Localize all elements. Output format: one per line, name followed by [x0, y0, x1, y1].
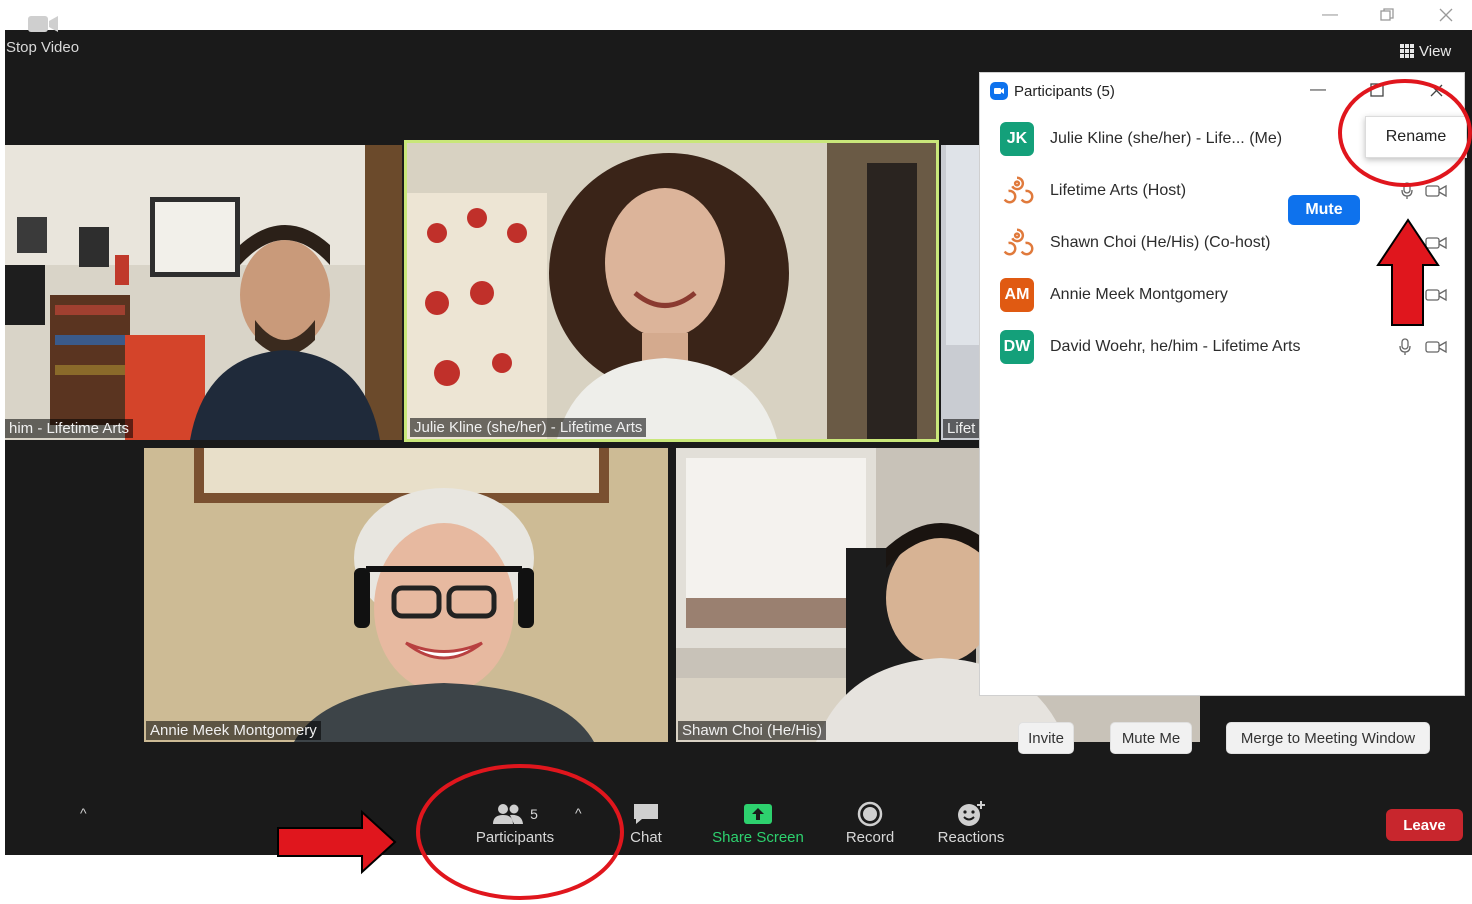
- tile-name-label: Lifet: [943, 419, 979, 438]
- close-icon[interactable]: [1426, 2, 1466, 28]
- minimize-icon[interactable]: —: [1310, 2, 1350, 28]
- window-titlebar: —: [0, 0, 1472, 30]
- participants-options-chevron-icon[interactable]: ^: [575, 805, 582, 821]
- restore-icon[interactable]: [1367, 2, 1407, 28]
- view-label: View: [1419, 42, 1452, 60]
- reactions-label: Reactions: [937, 829, 1005, 846]
- video-tile-1[interactable]: him - Lifetime Arts: [5, 145, 402, 440]
- avatar: AM: [1000, 278, 1034, 312]
- view-button[interactable]: View: [1400, 40, 1451, 62]
- video-options-chevron-icon[interactable]: ^: [80, 805, 87, 821]
- tile-name-label: Shawn Choi (He/His): [678, 721, 827, 740]
- participants-label: Participants: [475, 829, 555, 846]
- grid-icon: [1400, 44, 1414, 58]
- tile-name-label: Julie Kline (she/her) - Lifetime Arts: [410, 418, 647, 437]
- mute-button[interactable]: Mute: [1288, 195, 1360, 225]
- share-screen-label: Share Screen: [712, 829, 804, 846]
- record-button[interactable]: Record: [836, 790, 904, 855]
- participant-row[interactable]: DW David Woehr, he/him - Lifetime Arts: [1000, 327, 1460, 367]
- participant-name: Shawn Choi (He/His) (Co-host): [1050, 234, 1271, 251]
- video-tile-2[interactable]: Julie Kline (she/her) - Lifetime Arts: [407, 143, 936, 439]
- record-label: Record: [845, 829, 895, 846]
- record-icon: [857, 799, 883, 829]
- leave-button[interactable]: Leave: [1386, 809, 1463, 841]
- participants-panel: Participants (5) — JK Julie Kline (she/h…: [979, 72, 1465, 754]
- lifetime-arts-logo-icon: [1000, 174, 1034, 208]
- video-feed: [5, 145, 402, 440]
- participant-name: Lifetime Arts (Host): [1050, 182, 1187, 199]
- panel-title: Participants (5): [990, 82, 1115, 100]
- participant-row[interactable]: Shawn Choi (He/His) (Co-host): [1000, 223, 1460, 263]
- microphone-icon[interactable]: [1400, 182, 1414, 200]
- video-feed: [941, 145, 979, 440]
- video-feed: [407, 143, 936, 439]
- tile-name-label: him - Lifetime Arts: [5, 419, 134, 438]
- avatar: JK: [1000, 122, 1034, 156]
- stop-video-label: Stop Video: [5, 39, 80, 56]
- participant-row[interactable]: Lifetime Arts (Host): [1000, 171, 1460, 211]
- chat-button[interactable]: Chat: [620, 790, 672, 855]
- rename-menu-item[interactable]: Rename: [1365, 116, 1467, 158]
- panel-close-icon[interactable]: [1430, 84, 1443, 102]
- tile-name-label: Annie Meek Montgomery: [146, 721, 321, 740]
- merge-to-meeting-window-button[interactable]: Merge to Meeting Window: [1226, 722, 1430, 754]
- share-screen-button[interactable]: Share Screen: [705, 790, 811, 855]
- chat-label: Chat: [630, 829, 662, 846]
- avatar: DW: [1000, 330, 1034, 364]
- participant-row[interactable]: AM Annie Meek Montgomery: [1000, 275, 1460, 315]
- video-camera-icon[interactable]: [1425, 236, 1447, 250]
- microphone-icon[interactable]: [1398, 338, 1412, 356]
- share-screen-icon: [743, 799, 773, 829]
- participant-name: David Woehr, he/him - Lifetime Arts: [1050, 338, 1301, 355]
- panel-popout-icon[interactable]: [1370, 83, 1384, 102]
- video-camera-icon[interactable]: [1425, 288, 1447, 302]
- video-camera-icon: [26, 9, 60, 39]
- smiley-plus-icon: [956, 799, 986, 829]
- video-camera-icon[interactable]: [1425, 184, 1447, 198]
- stop-video-button[interactable]: Stop Video: [0, 0, 85, 65]
- video-tile-3[interactable]: Lifet: [941, 145, 979, 440]
- video-feed: [144, 448, 668, 742]
- zoom-logo-icon: [990, 82, 1008, 100]
- video-tile-4[interactable]: Annie Meek Montgomery: [144, 448, 668, 742]
- participants-button[interactable]: 5 Participants: [465, 790, 565, 855]
- lifetime-arts-logo-icon: [1000, 226, 1034, 260]
- participants-icon: 5: [492, 799, 538, 829]
- panel-minimize-icon[interactable]: —: [1310, 81, 1326, 99]
- video-camera-icon[interactable]: [1425, 340, 1447, 354]
- participant-name: Julie Kline (she/her) - Life... (Me): [1050, 130, 1283, 147]
- mute-me-button[interactable]: Mute Me: [1110, 722, 1192, 754]
- invite-button[interactable]: Invite: [1018, 722, 1074, 754]
- panel-title-text: Participants (5): [1014, 82, 1115, 100]
- chat-bubble-icon: [632, 799, 660, 829]
- reactions-button[interactable]: Reactions: [932, 790, 1010, 855]
- participant-name: Annie Meek Montgomery: [1050, 286, 1228, 303]
- participants-count: 5: [530, 806, 538, 822]
